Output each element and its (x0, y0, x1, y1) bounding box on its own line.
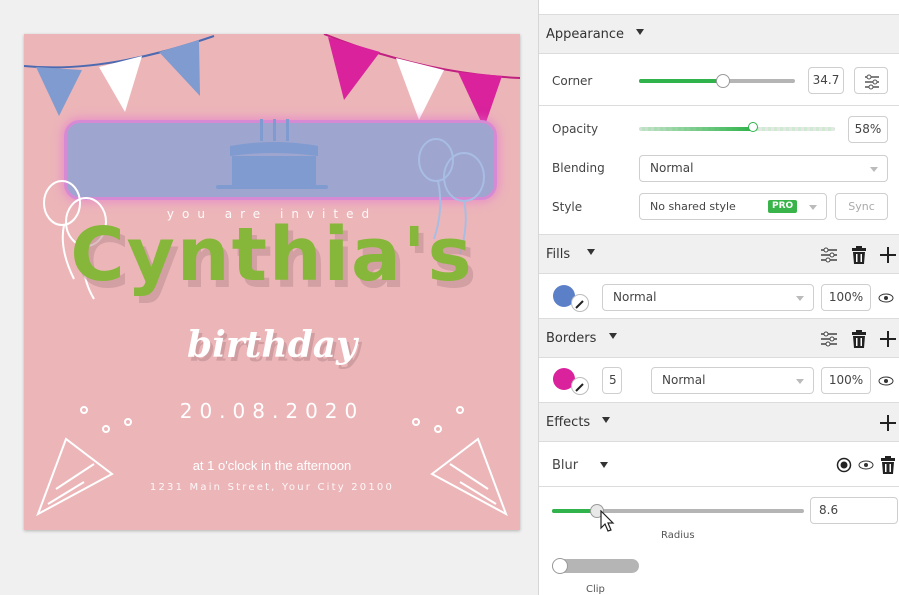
settings-sliders-icon[interactable] (819, 245, 839, 265)
style-value: No shared style (650, 200, 736, 213)
trash-icon[interactable] (850, 329, 870, 349)
appearance-title: Appearance (546, 27, 625, 42)
eye-icon[interactable] (878, 376, 894, 386)
divider (539, 486, 899, 487)
border-width-field[interactable]: 5 (602, 367, 622, 394)
clip-toggle-knob[interactable] (552, 558, 568, 574)
radius-label: Radius (661, 530, 695, 541)
eye-icon[interactable] (878, 293, 894, 303)
corner-settings-button[interactable] (854, 67, 888, 94)
chevron-down-icon[interactable] (600, 462, 608, 468)
eye-icon[interactable] (858, 460, 874, 470)
blending-select[interactable]: Normal (639, 155, 888, 182)
settings-sliders-icon[interactable] (819, 329, 839, 349)
fills-header[interactable]: Fills (539, 234, 899, 274)
cake-icon (216, 119, 328, 189)
clip-label: Clip (586, 584, 605, 595)
corner-value-field[interactable]: 34.7 (808, 67, 844, 94)
divider (539, 105, 899, 106)
fill-eyedropper-button[interactable] (571, 294, 589, 312)
opacity-slider-fill (639, 127, 753, 131)
canvas-area[interactable]: you are invited Cynthia's birthday 20.08… (0, 0, 538, 595)
blending-label: Blending (552, 161, 605, 175)
corner-label: Corner (552, 74, 593, 88)
sync-button[interactable]: Sync (835, 193, 888, 220)
eyedropper-icon (575, 300, 584, 309)
opacity-slider-handle[interactable] (747, 122, 758, 132)
effects-header[interactable]: Effects (539, 402, 899, 442)
cursor-icon (600, 510, 615, 532)
plus-icon[interactable] (878, 245, 898, 265)
chevron-down-icon (796, 296, 804, 301)
eyedropper-icon (575, 383, 584, 392)
chevron-down-icon (809, 205, 817, 210)
invitation-card[interactable]: you are invited Cynthia's birthday 20.08… (24, 34, 520, 530)
time-text[interactable]: at 1 o'clock in the afternoon (24, 458, 520, 473)
fill-blend-value: Normal (613, 290, 657, 304)
chevron-down-icon (870, 167, 878, 172)
trash-icon[interactable] (880, 455, 896, 475)
border-opacity-field[interactable]: 100% (821, 367, 871, 394)
appearance-header[interactable]: Appearance (539, 14, 899, 54)
borders-title: Borders (546, 331, 597, 346)
border-blend-select[interactable]: Normal (651, 367, 814, 394)
blur-type-label[interactable]: Blur (552, 458, 578, 473)
radius-value-field[interactable]: 8.6 (810, 497, 898, 524)
chevron-down-icon[interactable] (587, 249, 595, 255)
effects-title: Effects (546, 415, 591, 430)
plus-icon[interactable] (878, 413, 898, 433)
inspector-panel: Appearance Corner 34.7 Opacity 58% Blend… (538, 0, 899, 595)
chevron-down-icon (796, 379, 804, 384)
blur-effect-row: Blur (539, 442, 899, 486)
date-text[interactable]: 20.08.2020 (24, 399, 520, 423)
style-select[interactable]: No shared style PRO (639, 193, 827, 220)
chevron-down-icon[interactable] (636, 29, 644, 35)
name-text[interactable]: Cynthia's (24, 212, 520, 298)
chevron-down-icon[interactable] (602, 417, 610, 423)
style-label: Style (552, 200, 583, 214)
border-blend-value: Normal (662, 373, 706, 387)
borders-header[interactable]: Borders (539, 318, 899, 358)
birthday-text[interactable]: birthday (24, 324, 520, 366)
fill-opacity-field[interactable]: 100% (821, 284, 871, 311)
opacity-label: Opacity (552, 122, 599, 136)
chevron-down-icon[interactable] (609, 333, 617, 339)
settings-sliders-icon (865, 74, 879, 90)
border-eyedropper-button[interactable] (571, 377, 589, 395)
fills-title: Fills (546, 247, 571, 262)
trash-icon[interactable] (850, 245, 870, 265)
radio-icon[interactable] (836, 457, 852, 473)
pro-badge: PRO (768, 200, 798, 213)
address-text[interactable]: 1231 Main Street, Your City 20100 (24, 482, 520, 493)
blending-value: Normal (650, 161, 694, 175)
corner-slider-fill (639, 79, 724, 83)
opacity-value-field[interactable]: 58% (848, 116, 888, 143)
corner-slider-handle[interactable] (716, 74, 731, 88)
plus-icon[interactable] (878, 329, 898, 349)
fill-blend-select[interactable]: Normal (602, 284, 814, 311)
clip-toggle[interactable] (552, 558, 639, 574)
